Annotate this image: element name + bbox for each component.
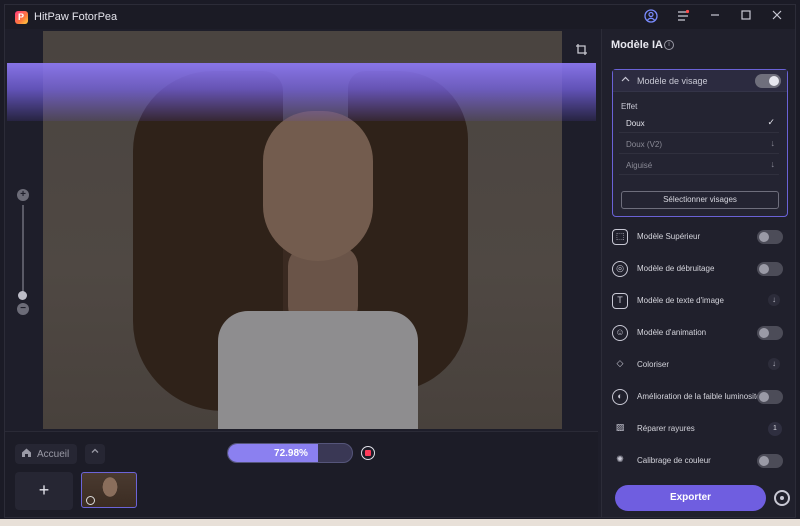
scratch-repair-icon: ▨ <box>615 422 625 432</box>
effect-label: Effet <box>621 102 638 111</box>
face <box>263 111 373 261</box>
app-window: P HitPaw FotorPea + − Accueil 72.98% + M… <box>4 4 796 518</box>
home-button[interactable]: Accueil <box>15 444 77 464</box>
face-model-toggle[interactable] <box>755 74 781 88</box>
face-model-card: Modèle de visage Effet Doux ✓ Doux (V2) … <box>612 69 788 217</box>
model-row-denoise[interactable]: ◎ Modèle de débruitage <box>612 257 788 283</box>
model-label: Réparer rayures <box>637 424 695 433</box>
denoise-toggle[interactable] <box>757 262 783 276</box>
crop-icon[interactable] <box>575 43 589 57</box>
model-row-scratch-repair[interactable]: ▨ Réparer rayures 1 <box>612 417 788 443</box>
app-logo: P <box>15 11 28 24</box>
bottom-toolbar: Accueil 72.98% + <box>5 431 598 517</box>
ai-model-panel: Modèle IA i Modèle de visage Effet Doux … <box>601 29 795 517</box>
chevron-up-icon <box>91 448 99 453</box>
title-bar: P HitPaw FotorPea <box>5 5 795 29</box>
zoom-out-icon[interactable]: − <box>17 303 29 315</box>
image-thumbnail[interactable] <box>81 472 137 508</box>
add-image-button[interactable]: + <box>15 472 73 510</box>
collapse-button[interactable] <box>85 444 105 464</box>
processing-scan-overlay <box>7 63 596 121</box>
animation-icon: ☺ <box>612 325 628 341</box>
user-icon[interactable] <box>643 9 659 25</box>
low-light-toggle[interactable] <box>757 390 783 404</box>
export-button[interactable]: Exporter <box>615 485 766 511</box>
low-light-icon: ◐ <box>612 389 628 405</box>
model-label: Modèle d'animation <box>637 328 707 337</box>
info-icon[interactable]: i <box>664 40 674 50</box>
menu-icon[interactable] <box>675 9 691 25</box>
zoom-slider-track[interactable] <box>22 205 24 299</box>
progress-bar: 72.98% <box>227 443 353 463</box>
app-title: HitPaw FotorPea <box>34 11 118 23</box>
download-icon[interactable]: ↓ <box>771 159 776 169</box>
progress-text: 72.98% <box>274 448 308 459</box>
model-label: Modèle de texte d'image <box>637 296 724 305</box>
model-label: Modèle de débruitage <box>637 264 715 273</box>
count-badge: 1 <box>768 422 782 436</box>
shirt <box>218 311 418 429</box>
download-icon[interactable]: ↓ <box>771 138 776 148</box>
home-icon <box>21 447 32 461</box>
text-image-icon: T <box>612 293 628 309</box>
check-icon: ✓ <box>767 117 775 127</box>
home-label: Accueil <box>37 448 70 460</box>
model-label: Modèle Supérieur <box>637 232 701 241</box>
gear-icon[interactable] <box>774 490 790 506</box>
model-label: Amélioration de la faible luminosité <box>637 392 761 401</box>
maximize-icon[interactable] <box>738 9 754 25</box>
download-icon[interactable]: ↓ <box>768 358 780 370</box>
denoise-icon: ◎ <box>612 261 628 277</box>
effect-option-doux[interactable]: Doux ✓ <box>619 113 779 133</box>
upscale-icon: ⬚ <box>612 229 628 245</box>
face-model-label: Modèle de visage <box>637 76 708 86</box>
select-faces-button[interactable]: Sélectionner visages <box>621 191 779 209</box>
color-calibration-toggle[interactable] <box>757 454 783 468</box>
download-icon[interactable]: ↓ <box>768 294 780 306</box>
model-row-low-light[interactable]: ◐ Amélioration de la faible luminosité <box>612 385 788 411</box>
model-row-text-image[interactable]: T Modèle de texte d'image ↓ <box>612 289 788 315</box>
upscale-toggle[interactable] <box>757 230 783 244</box>
model-row-color-calibration[interactable]: ✺ Calibrage de couleur <box>612 449 788 475</box>
canvas-area[interactable]: + − <box>5 29 598 431</box>
animation-toggle[interactable] <box>757 326 783 340</box>
desktop-strip <box>0 519 800 526</box>
stop-button[interactable] <box>361 446 375 460</box>
face-model-header[interactable]: Modèle de visage <box>613 70 787 92</box>
minimize-icon[interactable] <box>707 9 723 25</box>
model-row-colorize[interactable]: ◇ Coloriser ↓ <box>612 353 788 379</box>
model-row-upscale[interactable]: ⬚ Modèle Supérieur <box>612 225 788 251</box>
colorize-icon: ◇ <box>616 358 624 368</box>
clock-icon <box>86 496 95 505</box>
effect-option-aiguise[interactable]: Aiguisé ↓ <box>619 155 779 175</box>
model-row-animation[interactable]: ☺ Modèle d'animation <box>612 321 788 347</box>
model-label: Calibrage de couleur <box>637 456 711 465</box>
effect-option-doux-v2[interactable]: Doux (V2) ↓ <box>619 134 779 154</box>
zoom-slider-handle[interactable] <box>18 291 27 300</box>
stop-icon <box>365 450 371 456</box>
color-calibration-icon: ✺ <box>616 454 624 464</box>
chevron-up-icon[interactable] <box>621 75 630 86</box>
panel-title: Modèle IA <box>611 39 663 51</box>
model-label: Coloriser <box>637 360 670 369</box>
zoom-in-icon[interactable]: + <box>17 189 29 201</box>
close-icon[interactable] <box>769 9 785 25</box>
